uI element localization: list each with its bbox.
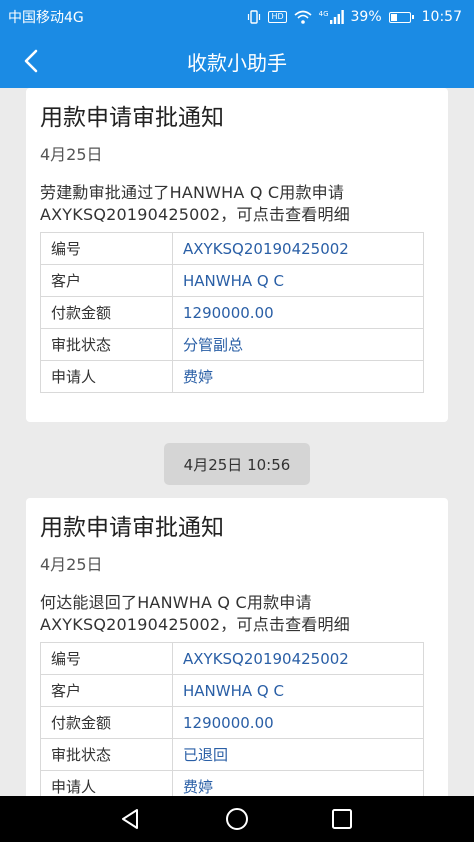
row-value: 分管副总 bbox=[172, 328, 424, 361]
row-label: 申请人 bbox=[40, 360, 173, 393]
notification-card[interactable]: 用款申请审批通知 4月25日 劳建勳审批通过了HANWHA Q C用款申请AXY… bbox=[26, 88, 448, 422]
chevron-left-icon bbox=[24, 49, 38, 73]
detail-table: 编号 AXYKSQ20190425002 客户 HANWHA Q C 付款金额 129… bbox=[40, 642, 424, 796]
row-value: 已退回 bbox=[172, 738, 424, 771]
row-label: 审批状态 bbox=[40, 328, 173, 361]
card-date: 4月25日 bbox=[40, 555, 103, 574]
detail-table: 编号 AXYKSQ20190425002 客户 HANWHA Q C 付款金额 129… bbox=[40, 232, 424, 393]
clock: 10:57 bbox=[421, 9, 462, 25]
row-value: HANWHA Q C bbox=[172, 264, 424, 297]
system-nav-bar bbox=[0, 796, 474, 842]
nav-home-button[interactable] bbox=[223, 805, 251, 833]
table-row: 客户 HANWHA Q C bbox=[40, 674, 424, 707]
row-label: 编号 bbox=[40, 232, 173, 265]
row-value: HANWHA Q C bbox=[172, 674, 424, 707]
home-circle-icon bbox=[226, 808, 248, 830]
row-label: 付款金额 bbox=[40, 296, 173, 329]
back-button[interactable] bbox=[16, 46, 46, 76]
card-description: 何达能退回了HANWHA Q C用款申请AXYKSQ20190425002，可点… bbox=[40, 593, 350, 634]
table-row: 客户 HANWHA Q C bbox=[40, 264, 424, 297]
nav-recents-button[interactable] bbox=[328, 805, 356, 833]
table-row: 编号 AXYKSQ20190425002 bbox=[40, 232, 424, 265]
row-label: 客户 bbox=[40, 264, 173, 297]
wifi-icon bbox=[294, 10, 312, 24]
card-date: 4月25日 bbox=[40, 145, 103, 164]
message-list[interactable]: 用款申请审批通知 4月25日 劳建勳审批通过了HANWHA Q C用款申请AXY… bbox=[0, 88, 474, 796]
table-row: 付款金额 1290000.00 bbox=[40, 706, 424, 739]
network-label: 4G bbox=[318, 10, 329, 18]
back-triangle-icon bbox=[122, 809, 138, 829]
notification-card[interactable]: 用款申请审批通知 4月25日 何达能退回了HANWHA Q C用款申请AXYKS… bbox=[26, 498, 448, 796]
status-icons: HD 4G 39% 10:57 bbox=[247, 9, 462, 25]
table-row: 审批状态 分管副总 bbox=[40, 328, 424, 361]
battery-percent: 39% bbox=[350, 9, 382, 25]
card-title: 用款申请审批通知 bbox=[40, 105, 224, 131]
table-row: 审批状态 已退回 bbox=[40, 738, 424, 771]
row-label: 客户 bbox=[40, 674, 173, 707]
table-row: 编号 AXYKSQ20190425002 bbox=[40, 642, 424, 675]
row-value: 1290000.00 bbox=[172, 296, 424, 329]
status-bar: 中国移动4G HD 4G 39% 10:57 bbox=[0, 0, 474, 34]
table-row: 申请人 费婷 bbox=[40, 770, 424, 796]
table-row: 付款金额 1290000.00 bbox=[40, 296, 424, 329]
row-value: 费婷 bbox=[172, 360, 424, 393]
nav-back-button[interactable] bbox=[116, 805, 144, 833]
vibrate-icon bbox=[247, 10, 261, 24]
table-row: 申请人 费婷 bbox=[40, 360, 424, 393]
card-description: 劳建勳审批通过了HANWHA Q C用款申请AXYKSQ20190425002，… bbox=[40, 183, 350, 224]
row-label: 申请人 bbox=[40, 770, 173, 796]
card-title: 用款申请审批通知 bbox=[40, 515, 224, 541]
recents-square-icon bbox=[332, 809, 352, 829]
timestamp-pill: 4月25日 10:56 bbox=[164, 443, 310, 485]
row-value: 费婷 bbox=[172, 770, 424, 796]
app-header: 收款小助手 bbox=[0, 34, 474, 88]
row-label: 审批状态 bbox=[40, 738, 173, 771]
carrier-label: 中国移动4G bbox=[8, 10, 84, 26]
row-value: AXYKSQ20190425002 bbox=[172, 232, 424, 265]
battery-fill bbox=[390, 13, 398, 21]
battery-icon bbox=[388, 11, 414, 23]
hd-badge: HD bbox=[268, 11, 287, 23]
row-value: AXYKSQ20190425002 bbox=[172, 642, 424, 675]
signal-icon: 4G bbox=[319, 10, 344, 24]
page-title: 收款小助手 bbox=[187, 50, 287, 75]
row-label: 付款金额 bbox=[40, 706, 173, 739]
row-label: 编号 bbox=[40, 642, 173, 675]
row-value: 1290000.00 bbox=[172, 706, 424, 739]
